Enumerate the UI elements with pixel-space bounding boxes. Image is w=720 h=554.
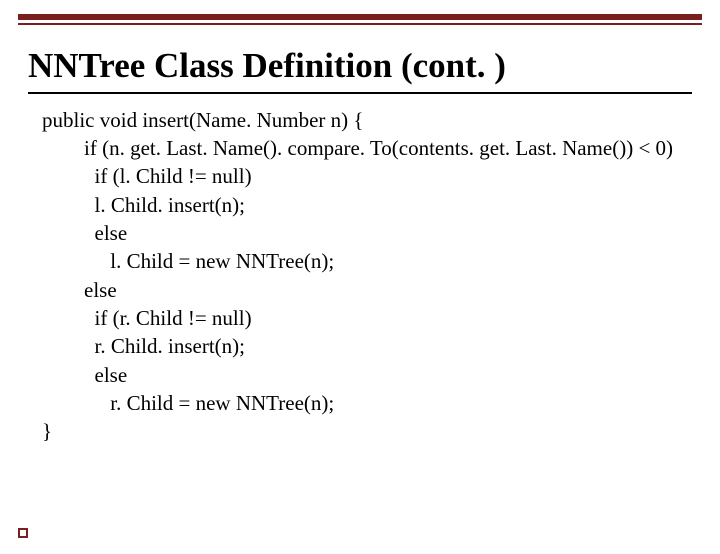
code-line: if (r. Child != null) (42, 304, 720, 332)
title-rest: Class Definition (cont. ) (145, 46, 506, 85)
code-line: else (42, 361, 720, 389)
accent-bar-thin (18, 23, 702, 25)
accent-bar-thick (18, 14, 702, 20)
title-container: NNTree Class Definition (cont. ) (28, 47, 692, 94)
code-line: } (42, 417, 720, 445)
code-line: if (n. get. Last. Name(). compare. To(co… (42, 134, 720, 162)
code-line: else (42, 219, 720, 247)
slide-title: NNTree Class Definition (cont. ) (28, 47, 692, 86)
code-line: r. Child. insert(n); (42, 332, 720, 360)
title-bold: NNTree (28, 46, 145, 85)
code-line: l. Child = new NNTree(n); (42, 247, 720, 275)
code-line: public void insert(Name. Number n) { (42, 106, 720, 134)
code-line: r. Child = new NNTree(n); (42, 389, 720, 417)
code-line: else (42, 276, 720, 304)
code-block: public void insert(Name. Number n) { if … (42, 106, 720, 446)
square-bullet-icon (18, 528, 28, 538)
code-line: if (l. Child != null) (42, 162, 720, 190)
code-line: l. Child. insert(n); (42, 191, 720, 219)
